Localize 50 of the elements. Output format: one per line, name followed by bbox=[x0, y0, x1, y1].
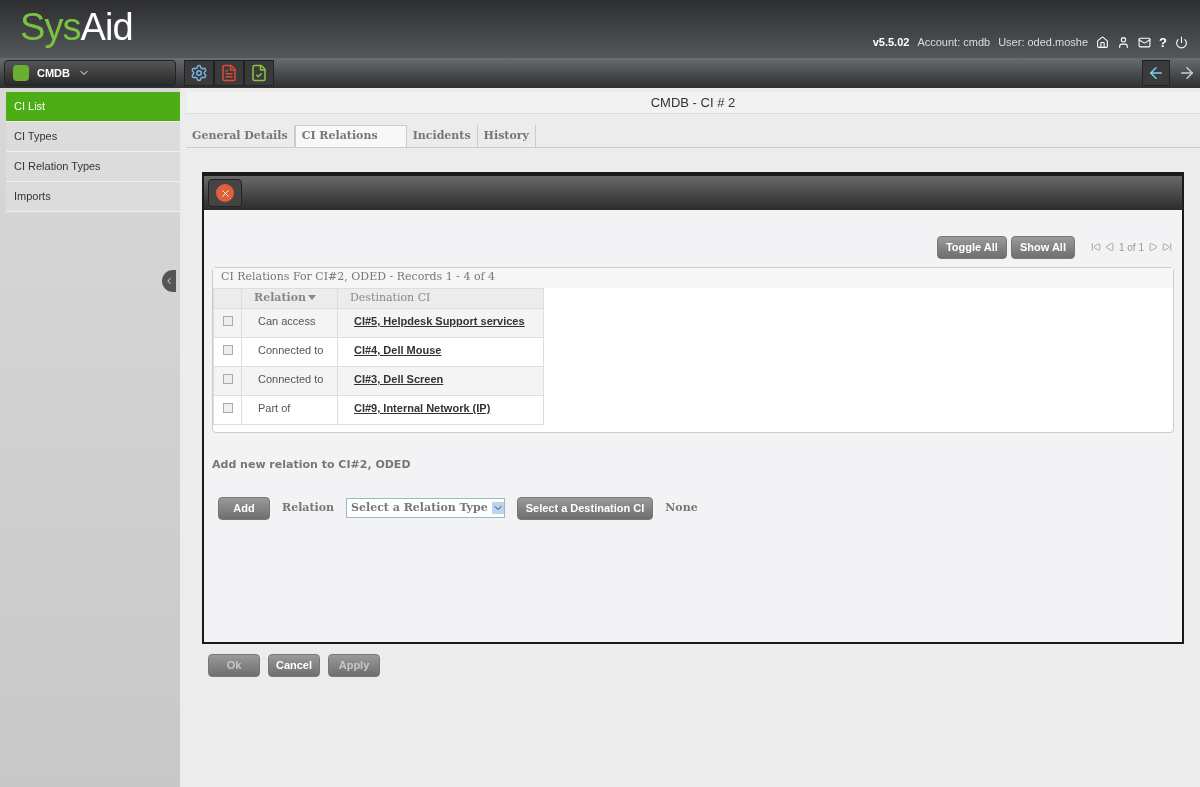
add-relation-title: Add new relation to CI#2, ODED bbox=[212, 456, 412, 473]
grid-button[interactable]: Toggle All bbox=[936, 236, 1007, 259]
collapse-button[interactable] bbox=[162, 270, 176, 292]
column-header[interactable]: Destination CI bbox=[337, 288, 544, 308]
close-icon bbox=[216, 184, 234, 202]
footer-button[interactable]: Cancel bbox=[268, 654, 320, 677]
destination-link[interactable]: CI#4, Dell Mouse bbox=[354, 343, 442, 356]
tab[interactable]: CI Relations bbox=[294, 125, 407, 147]
table-caption: CI Relations For CI#2, ODED - Records 1 - 4 of 4 bbox=[213, 267, 1173, 288]
row-checkbox[interactable] bbox=[222, 402, 233, 413]
grid-button[interactable]: Show All bbox=[1010, 236, 1075, 259]
power-icon[interactable] bbox=[1175, 35, 1188, 49]
help-link[interactable]: ? bbox=[1159, 32, 1167, 52]
sidebar-item[interactable]: CI Types bbox=[6, 122, 180, 152]
back-icon[interactable] bbox=[1142, 60, 1170, 86]
row-checkbox[interactable] bbox=[222, 315, 233, 326]
relation-select[interactable]: Select a Relation Type bbox=[346, 498, 505, 519]
checked-document-icon[interactable] bbox=[244, 60, 274, 86]
version-label: v5.5.02 bbox=[872, 35, 910, 50]
pager-label: 1 of 1 bbox=[1118, 240, 1144, 255]
destination-button[interactable]: Select a Destination CI bbox=[516, 497, 654, 520]
relation-label: Relation bbox=[282, 500, 335, 516]
sidebar-item[interactable]: CI List bbox=[6, 92, 180, 122]
dropdown-icon bbox=[491, 502, 504, 515]
document-icon[interactable] bbox=[214, 60, 244, 86]
sidebar-item[interactable]: Imports bbox=[6, 182, 180, 212]
table-cell: Part of bbox=[241, 395, 338, 424]
account-label: Account: cmdb bbox=[917, 35, 991, 50]
add-button[interactable]: Add bbox=[218, 497, 270, 520]
forward-icon[interactable] bbox=[1178, 64, 1196, 82]
table-cell: Can access bbox=[241, 308, 338, 337]
destination-link[interactable]: CI#3, Dell Screen bbox=[354, 372, 444, 385]
sort-caret-icon bbox=[308, 295, 317, 301]
table-cell: Connected to bbox=[241, 366, 338, 395]
mail-icon[interactable] bbox=[1138, 35, 1152, 49]
logo: SysAid bbox=[20, 8, 133, 46]
settings-icon[interactable] bbox=[184, 60, 214, 86]
close-button[interactable] bbox=[208, 179, 242, 207]
page-title: CMDB - CI # 2 bbox=[186, 92, 1200, 114]
user-label: User: oded.moshe bbox=[998, 35, 1089, 50]
table-cell: Connected to bbox=[241, 337, 338, 366]
sidebar-item[interactable]: CI Relation Types bbox=[6, 152, 180, 182]
row-checkbox[interactable] bbox=[222, 344, 233, 355]
column-header[interactable]: Relation bbox=[241, 288, 338, 308]
module-menu[interactable]: CMDB bbox=[4, 60, 176, 86]
destination-value: None bbox=[665, 500, 698, 516]
user-icon[interactable] bbox=[1117, 35, 1131, 49]
chevron-left-icon bbox=[164, 276, 174, 286]
home-icon[interactable] bbox=[1096, 35, 1110, 49]
row-checkbox[interactable] bbox=[222, 373, 233, 384]
